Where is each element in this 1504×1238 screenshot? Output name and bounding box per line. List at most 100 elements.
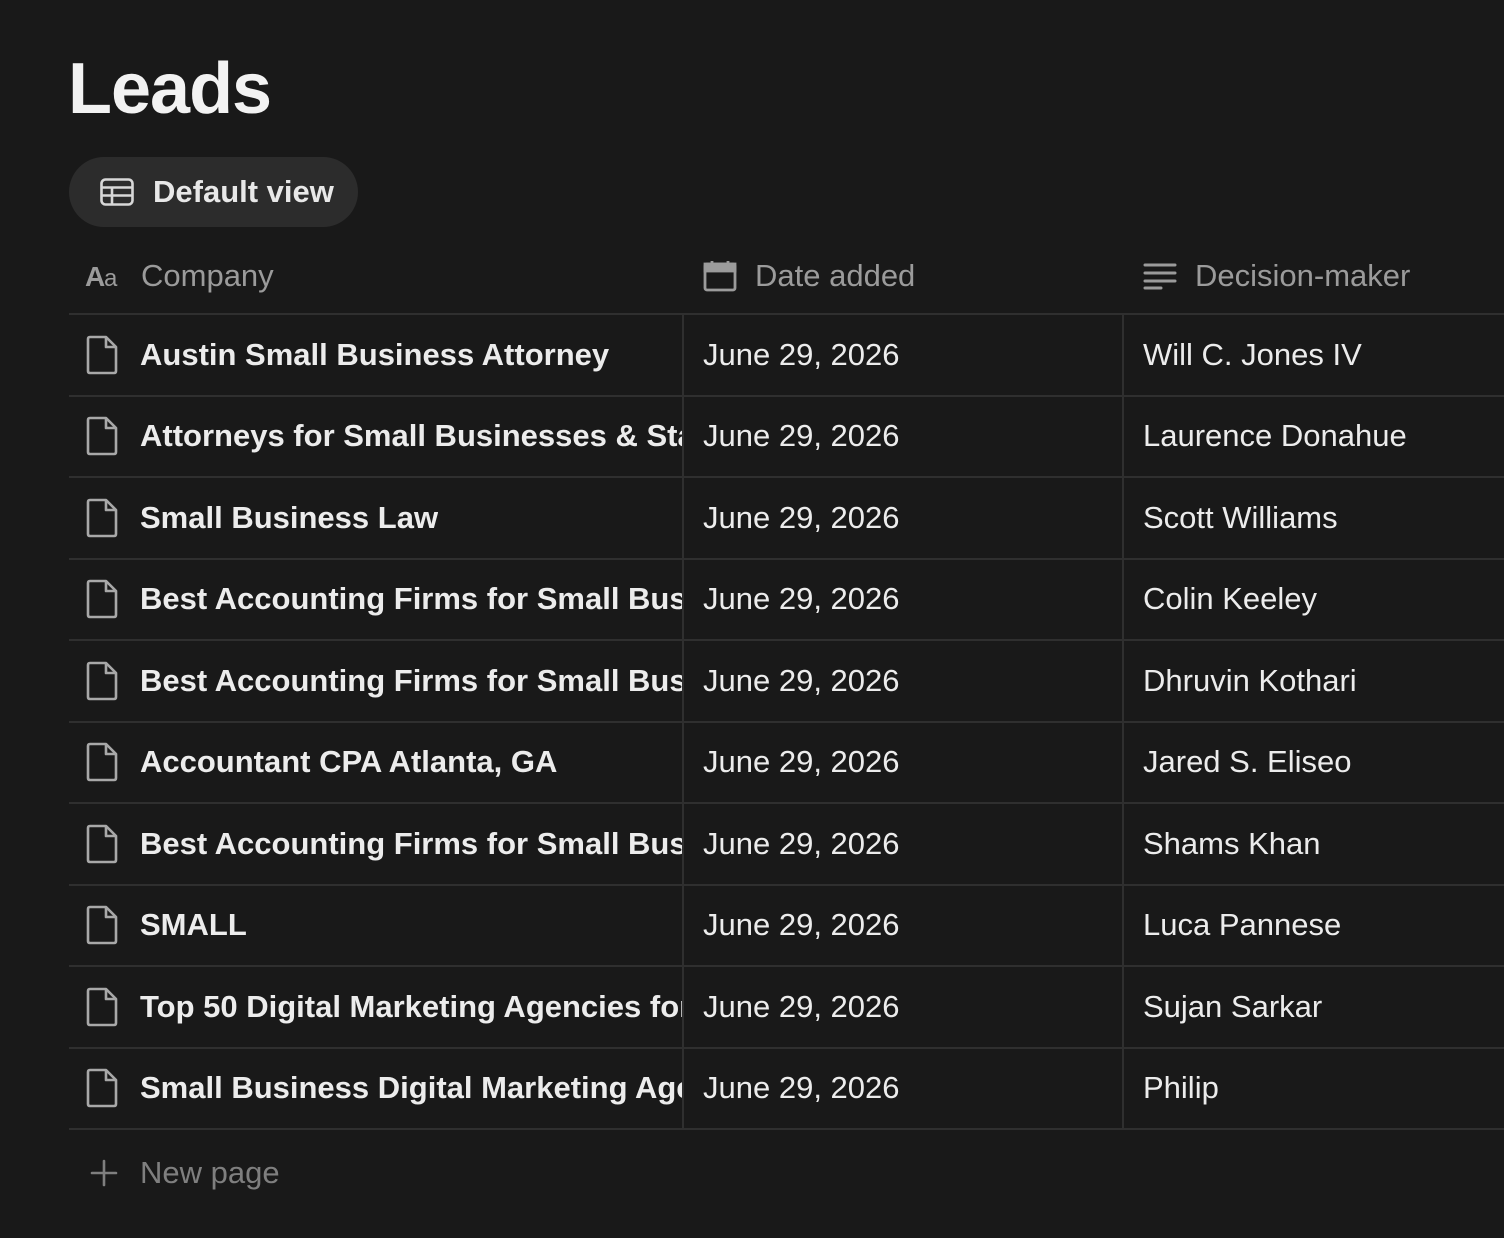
page-icon [85, 661, 119, 701]
date-added-value: June 29, 2026 [703, 336, 900, 372]
decision-maker-cell[interactable]: Philip [1124, 1049, 1504, 1129]
company-name: Attorneys for Small Businesses & Star [140, 418, 682, 454]
table-body: Austin Small Business Attorney June 29, 2… [69, 315, 1504, 1130]
company-cell[interactable]: SMALL [69, 885, 684, 965]
date-added-cell[interactable]: June 29, 2026 [684, 804, 1124, 884]
company-cell[interactable]: Small Business Digital Marketing Ager [69, 1048, 684, 1128]
column-header-date-added[interactable]: Date added [684, 238, 1124, 313]
svg-text:a: a [104, 265, 118, 290]
date-added-value: June 29, 2026 [703, 744, 900, 780]
decision-maker-value: Philip [1143, 1070, 1219, 1106]
decision-maker-value: Jared S. Eliseo [1143, 744, 1352, 780]
page-icon [85, 498, 119, 538]
date-added-value: June 29, 2026 [703, 1070, 900, 1106]
date-added-cell[interactable]: June 29, 2026 [684, 967, 1124, 1047]
company-name: Best Accounting Firms for Small Busir [140, 581, 682, 617]
column-label: Date added [755, 257, 916, 293]
company-name: Top 50 Digital Marketing Agencies for [140, 988, 682, 1024]
decision-maker-cell[interactable]: Will C. Jones IV [1124, 315, 1504, 395]
company-cell[interactable]: Accountant CPA Atlanta, GA [69, 722, 684, 802]
table-row[interactable]: Small Business Law June 29, 2026 Scott Wil… [69, 478, 1504, 560]
decision-maker-value: Scott Williams [1143, 499, 1338, 535]
company-name: Small Business Law [140, 499, 439, 535]
table-row[interactable]: Best Accounting Firms for Small Busir Jun… [69, 804, 1504, 886]
page-icon [85, 824, 119, 864]
page-icon [85, 987, 119, 1027]
title-aa-icon: A a [85, 262, 123, 290]
decision-maker-cell[interactable]: Laurence Donahue [1124, 397, 1504, 477]
default-view-tab[interactable]: Default view [69, 157, 358, 227]
date-added-cell[interactable]: June 29, 2026 [684, 722, 1124, 802]
date-added-cell[interactable]: June 29, 2026 [684, 396, 1124, 476]
decision-maker-cell[interactable]: Sujan Sarkar [1124, 967, 1504, 1047]
company-name: Accountant CPA Atlanta, GA [140, 744, 558, 780]
decision-maker-value: Dhruvin Kothari [1143, 662, 1357, 698]
column-label: Decision-maker [1195, 257, 1411, 293]
table-row[interactable]: Attorneys for Small Businesses & Star Jun… [69, 396, 1504, 478]
decision-maker-cell[interactable]: Dhruvin Kothari [1124, 641, 1504, 721]
page-icon [85, 579, 119, 619]
date-added-cell[interactable]: June 29, 2026 [684, 641, 1124, 721]
decision-maker-cell[interactable]: Luca Pannese [1124, 886, 1504, 966]
date-added-cell[interactable]: June 29, 2026 [684, 885, 1124, 965]
company-cell[interactable]: Best Accounting Firms for Small Busir [69, 559, 684, 639]
decision-maker-value: Shams Khan [1143, 825, 1321, 861]
decision-maker-cell[interactable]: Jared S. Eliseo [1124, 723, 1504, 803]
company-cell[interactable]: Top 50 Digital Marketing Agencies for [69, 967, 684, 1047]
company-name: Best Accounting Firms for Small Busir [140, 662, 682, 698]
company-name: SMALL [140, 907, 247, 943]
page-icon [85, 905, 119, 945]
text-lines-icon [1143, 262, 1177, 290]
date-added-value: June 29, 2026 [703, 825, 900, 861]
table-row[interactable]: SMALL June 29, 2026 Luca Pannese [69, 885, 1504, 967]
table-icon [100, 178, 134, 206]
table-row[interactable]: Small Business Digital Marketing Ager Jun… [69, 1048, 1504, 1130]
company-cell[interactable]: Austin Small Business Attorney [69, 315, 684, 395]
company-cell[interactable]: Best Accounting Firms for Small Busir [69, 804, 684, 884]
svg-text:A: A [85, 262, 105, 290]
date-added-value: June 29, 2026 [703, 418, 900, 454]
company-cell[interactable]: Attorneys for Small Businesses & Star [69, 396, 684, 476]
view-label: Default view [153, 174, 334, 209]
decision-maker-value: Will C. Jones IV [1143, 336, 1362, 372]
decision-maker-value: Laurence Donahue [1143, 418, 1407, 454]
date-added-cell[interactable]: June 29, 2026 [684, 478, 1124, 558]
page-title: Leads [68, 49, 272, 129]
table-row[interactable]: Best Accounting Firms for Small Busir Jun… [69, 559, 1504, 641]
page-icon [85, 416, 119, 456]
new-page-button[interactable]: New page [69, 1130, 1504, 1216]
table-row[interactable]: Accountant CPA Atlanta, GA June 29, 2026 J… [69, 722, 1504, 804]
decision-maker-value: Sujan Sarkar [1143, 988, 1323, 1024]
calendar-icon [703, 260, 737, 292]
date-added-cell[interactable]: June 29, 2026 [684, 315, 1124, 395]
column-header-company[interactable]: A a Company [69, 238, 684, 313]
column-label: Company [141, 257, 274, 293]
page-icon [85, 742, 119, 782]
date-added-cell[interactable]: June 29, 2026 [684, 559, 1124, 639]
table-header: A a Company Date added Decision-maker [69, 238, 1504, 315]
table-row[interactable]: Best Accounting Firms for Small Busir Jun… [69, 641, 1504, 723]
date-added-value: June 29, 2026 [703, 988, 900, 1024]
decision-maker-cell[interactable]: Colin Keeley [1124, 560, 1504, 640]
table-row[interactable]: Top 50 Digital Marketing Agencies for Jun… [69, 967, 1504, 1049]
company-name: Austin Small Business Attorney [140, 336, 610, 372]
company-name: Small Business Digital Marketing Ager [140, 1070, 682, 1106]
company-cell[interactable]: Best Accounting Firms for Small Busir [69, 641, 684, 721]
date-added-value: June 29, 2026 [703, 907, 900, 943]
page-icon [85, 1068, 119, 1108]
decision-maker-value: Luca Pannese [1143, 907, 1342, 943]
company-cell[interactable]: Small Business Law [69, 478, 684, 558]
decision-maker-cell[interactable]: Shams Khan [1124, 804, 1504, 884]
page-icon [85, 335, 119, 375]
date-added-value: June 29, 2026 [703, 499, 900, 535]
date-added-value: June 29, 2026 [703, 581, 900, 617]
table-row[interactable]: Austin Small Business Attorney June 29, 2… [69, 315, 1504, 397]
plus-icon [89, 1158, 119, 1188]
decision-maker-value: Colin Keeley [1143, 581, 1318, 617]
date-added-cell[interactable]: June 29, 2026 [684, 1048, 1124, 1128]
leads-table: A a Company Date added Decision-maker Au… [69, 238, 1504, 1216]
new-page-label: New page [140, 1155, 280, 1190]
decision-maker-cell[interactable]: Scott Williams [1124, 478, 1504, 558]
column-header-decision-maker[interactable]: Decision-maker [1124, 238, 1504, 313]
date-added-value: June 29, 2026 [703, 662, 900, 698]
